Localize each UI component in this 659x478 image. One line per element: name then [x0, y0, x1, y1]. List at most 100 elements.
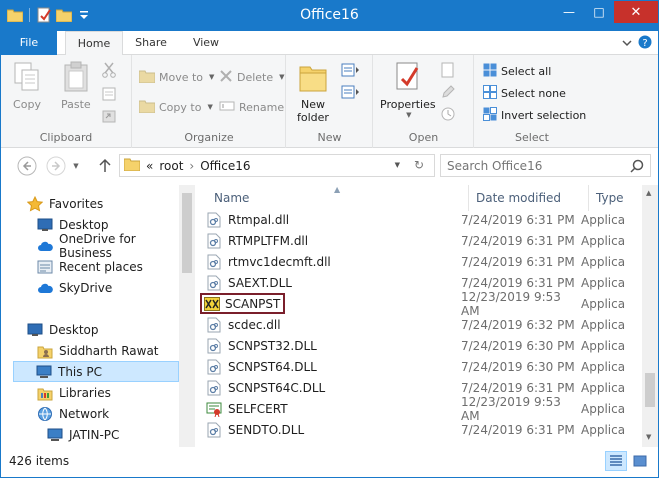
status-bar: 426 items: [1, 447, 658, 477]
scrollbar-thumb[interactable]: [645, 373, 655, 407]
new-item-button[interactable]: [341, 61, 359, 81]
invert-selection-button[interactable]: Invert selection: [483, 105, 586, 125]
nav-item-desktop-root[interactable]: Desktop: [27, 319, 177, 340]
refresh-icon[interactable]: ↻: [414, 158, 424, 172]
table-row[interactable]: scdec.dll 7/24/2019 6:32 PM Applica: [206, 314, 641, 335]
search-icon[interactable]: [630, 159, 644, 176]
column-divider[interactable]: [468, 185, 469, 211]
nav-item-recent-places[interactable]: Recent places: [37, 256, 177, 277]
breadcrumb-overflow[interactable]: «: [146, 159, 153, 173]
minimize-button[interactable]: —: [554, 1, 584, 23]
chevron-up-icon[interactable]: ▲: [646, 189, 651, 197]
easy-access-button[interactable]: [341, 83, 359, 103]
copy-path-button[interactable]: [102, 85, 116, 105]
nav-item-jatin-pc[interactable]: JATIN-PC: [47, 424, 177, 445]
nav-item-onedrive-for-business[interactable]: OneDrive for Business: [37, 232, 187, 260]
file-name: Rtmpal.dll: [228, 212, 290, 227]
large-icons-view-button[interactable]: [629, 451, 651, 471]
table-row[interactable]: rtmvc1decmft.dll 7/24/2019 6:31 PM Appli…: [206, 251, 641, 272]
address-bar[interactable]: « root › Office16 ▼ ↻: [119, 154, 435, 177]
tab-file[interactable]: File: [1, 31, 57, 55]
user-folder-icon: [37, 343, 53, 359]
table-row[interactable]: SCNPST64.DLL 7/24/2019 6:30 PM Applica: [206, 356, 641, 377]
details-view-button[interactable]: [605, 451, 627, 471]
new-folder-icon: [298, 61, 328, 96]
new-folder-button[interactable]: New folder: [297, 61, 329, 124]
column-header-type[interactable]: Type: [590, 185, 650, 211]
file-date: 7/24/2019 6:30 PM: [461, 338, 575, 353]
paste-shortcut-button[interactable]: [102, 107, 116, 127]
chevron-down-icon[interactable]: [622, 37, 632, 50]
rename-button[interactable]: Rename: [219, 97, 284, 117]
nav-item-libraries[interactable]: Libraries: [37, 382, 177, 403]
table-row[interactable]: SENDTO.DLL 7/24/2019 6:31 PM Applica: [206, 419, 641, 440]
navigation-pane-scrollbar[interactable]: [179, 185, 195, 447]
up-button[interactable]: [95, 156, 115, 176]
desktop-icon: [37, 217, 53, 233]
column-divider[interactable]: [588, 185, 589, 211]
copy-to-button[interactable]: Copy to ▼: [138, 97, 213, 117]
explorer-window: Office16 — □ ✕ File Home Share View ? Co…: [0, 0, 659, 478]
move-to-button[interactable]: Move to ▼: [138, 67, 214, 87]
edit-button[interactable]: [440, 83, 456, 103]
rename-label: Rename: [239, 100, 285, 114]
chevron-down-icon[interactable]: ▼: [395, 161, 400, 169]
recent-locations-button[interactable]: ▼: [69, 156, 83, 176]
nav-item-label: Network: [59, 406, 110, 421]
table-row[interactable]: RTMPLTFM.dll 7/24/2019 6:31 PM Applica: [206, 230, 641, 251]
file-date: 7/24/2019 6:31 PM: [461, 275, 575, 290]
paste-button[interactable]: Paste: [61, 61, 91, 111]
select-none-button[interactable]: Select none: [483, 83, 566, 103]
delete-icon: [219, 69, 233, 86]
history-button[interactable]: [440, 105, 456, 125]
table-row[interactable]: Rtmpal.dll 7/24/2019 6:31 PM Applica: [206, 209, 641, 230]
back-button[interactable]: [17, 156, 37, 176]
tab-home[interactable]: Home: [65, 31, 123, 56]
scanpst-highlight-box[interactable]: SCANPST: [200, 293, 286, 314]
cloud-icon: [37, 280, 53, 296]
tab-share[interactable]: Share: [125, 31, 177, 55]
file-list[interactable]: ▲ Name Date modified Type Rtmpal.dll 7/2…: [196, 185, 658, 447]
item-count: 426 items: [9, 454, 70, 468]
select-all-button[interactable]: Select all: [483, 61, 551, 81]
file-list-scrollbar[interactable]: ▲ ▼: [642, 185, 658, 447]
open-button[interactable]: [440, 61, 456, 81]
copy-button[interactable]: Copy: [13, 61, 41, 111]
file-name: rtmvc1decmft.dll: [228, 254, 331, 269]
forward-button[interactable]: [46, 156, 66, 176]
nav-item-siddharth-rawat[interactable]: Siddharth Rawat: [37, 340, 177, 361]
file-name: RTMPLTFM.dll: [228, 233, 309, 248]
table-row[interactable]: SELFCERT 12/23/2019 9:53 AM Applica: [206, 395, 641, 423]
properties-button[interactable]: Properties ▼: [380, 61, 436, 119]
delete-button[interactable]: Delete ▼: [219, 67, 285, 87]
file-date: 7/24/2019 6:31 PM: [461, 380, 575, 395]
file-date: 7/24/2019 6:31 PM: [461, 212, 575, 227]
column-header-date-modified[interactable]: Date modified: [470, 185, 590, 211]
breadcrumb-office16[interactable]: Office16: [200, 159, 250, 173]
chevron-down-icon[interactable]: ▼: [646, 433, 651, 441]
column-header-name[interactable]: Name: [208, 185, 470, 211]
file-type: Applica: [581, 254, 626, 269]
nav-item-skydrive[interactable]: SkyDrive: [37, 277, 177, 298]
table-row[interactable]: SCNPST32.DLL 7/24/2019 6:30 PM Applica: [206, 335, 641, 356]
nav-item-this-pc[interactable]: This PC: [13, 361, 179, 382]
chevron-down-icon: ▼: [207, 103, 213, 111]
search-box[interactable]: [440, 154, 651, 177]
nav-item-favorites[interactable]: Favorites: [27, 193, 177, 214]
svg-text:?: ?: [642, 38, 647, 49]
scrollbar-thumb[interactable]: [182, 193, 192, 273]
navigation-pane[interactable]: Favorites Desktop OneDrive for Business …: [1, 185, 195, 447]
title-bar[interactable]: Office16 — □ ✕: [1, 1, 658, 31]
chevron-right-icon[interactable]: ›: [189, 159, 194, 173]
table-row[interactable]: SCANPST 12/23/2019 9:53 AM Applica: [200, 290, 641, 318]
file-type: Applica: [581, 380, 626, 395]
close-button[interactable]: ✕: [614, 1, 658, 23]
search-input[interactable]: [441, 158, 621, 173]
maximize-button[interactable]: □: [584, 1, 614, 23]
nav-item-network[interactable]: Network: [37, 403, 177, 424]
tab-view[interactable]: View: [181, 31, 231, 55]
help-icon[interactable]: ?: [638, 35, 652, 52]
cut-button[interactable]: [102, 61, 116, 81]
file-type: Applica: [581, 359, 626, 374]
breadcrumb-root[interactable]: root: [159, 159, 183, 173]
